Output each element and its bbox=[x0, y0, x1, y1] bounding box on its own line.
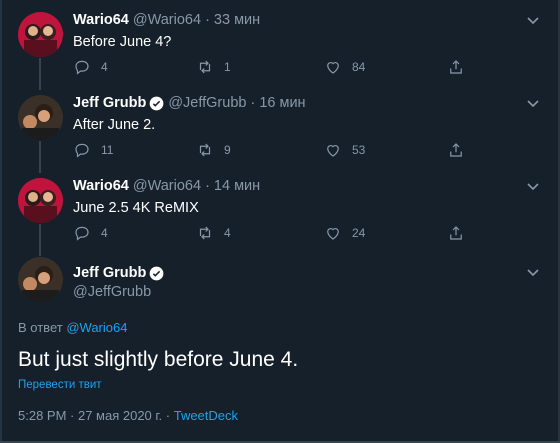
source-link[interactable]: TweetDeck bbox=[174, 408, 238, 423]
reply-count: 4 bbox=[101, 60, 108, 74]
verified-badge-icon bbox=[149, 266, 164, 280]
avatar-wario64[interactable] bbox=[18, 178, 63, 223]
like-icon bbox=[327, 228, 339, 240]
caret-down-icon[interactable] bbox=[523, 176, 543, 196]
retweet-button[interactable]: 4 bbox=[196, 224, 231, 242]
main-tweet-text: But just slightly before June 4. bbox=[18, 348, 299, 371]
reply-to-link[interactable]: @Wario64 bbox=[66, 320, 127, 335]
reply-count: 11 bbox=[101, 143, 114, 157]
retweet-count: 1 bbox=[224, 60, 231, 74]
reply-button[interactable]: 4 bbox=[73, 58, 108, 76]
like-button[interactable]: 84 bbox=[324, 58, 365, 76]
reply-icon bbox=[75, 226, 89, 241]
avatar-jeffgrubb[interactable] bbox=[18, 95, 63, 140]
retweet-icon bbox=[199, 60, 211, 74]
tweet-timestamp: 5:28 PM · 27 мая 2020 г. · TweetDeck bbox=[18, 408, 238, 423]
share-icon bbox=[450, 143, 462, 157]
tweet-actions: 4 4 24 bbox=[73, 224, 473, 244]
like-icon bbox=[327, 145, 339, 157]
share-icon bbox=[450, 226, 462, 240]
author-name[interactable]: Wario64 bbox=[73, 12, 129, 28]
main-author-row: Jeff Grubb bbox=[73, 265, 164, 281]
author-meta: @JeffGrubb · 16 мин bbox=[168, 95, 306, 111]
share-button[interactable] bbox=[447, 224, 465, 242]
reply-button[interactable]: 4 bbox=[73, 224, 108, 242]
retweet-icon bbox=[199, 143, 211, 157]
retweet-button[interactable]: 9 bbox=[196, 141, 231, 159]
retweet-button[interactable]: 1 bbox=[196, 58, 231, 76]
reply-icon bbox=[75, 60, 89, 75]
like-count: 53 bbox=[352, 143, 366, 157]
caret-down-icon[interactable] bbox=[523, 10, 543, 30]
retweet-count: 9 bbox=[224, 143, 231, 157]
reply-context: В ответ @Wario64 bbox=[18, 320, 127, 335]
author-handle[interactable]: @JeffGrubb bbox=[73, 284, 151, 300]
reply-button[interactable]: 11 bbox=[73, 141, 113, 159]
share-icon bbox=[450, 60, 462, 74]
author-name[interactable]: Wario64 bbox=[73, 178, 129, 194]
retweet-count: 4 bbox=[224, 226, 231, 240]
verified-badge-icon bbox=[149, 96, 164, 110]
avatar-wario64[interactable] bbox=[18, 12, 63, 57]
timestamp-text[interactable]: 5:28 PM · 27 мая 2020 г. · bbox=[18, 408, 174, 423]
reply-count: 4 bbox=[101, 226, 108, 240]
like-count: 24 bbox=[352, 226, 366, 240]
share-button[interactable] bbox=[447, 58, 465, 76]
like-button[interactable]: 53 bbox=[324, 141, 365, 159]
tweet[interactable]: Jeff Grubb @JeffGrubb · 16 мин After Jun… bbox=[0, 83, 560, 173]
tweet-actions: 4 1 84 bbox=[73, 58, 473, 78]
tweet-header: Wario64 @Wario64 · 33 мин bbox=[73, 12, 260, 28]
like-icon bbox=[327, 62, 339, 74]
reply-icon bbox=[75, 143, 89, 158]
like-button[interactable]: 24 bbox=[324, 224, 365, 242]
reply-prefix: В ответ bbox=[18, 320, 63, 335]
author-meta: @Wario64 · 33 мин bbox=[132, 12, 261, 28]
tweet-text: After June 2. bbox=[73, 117, 156, 133]
retweet-icon bbox=[199, 226, 211, 240]
caret-down-icon[interactable] bbox=[523, 262, 543, 282]
caret-down-icon[interactable] bbox=[523, 93, 543, 113]
author-name[interactable]: Jeff Grubb bbox=[73, 95, 146, 111]
tweet-header: Jeff Grubb @JeffGrubb · 16 мин bbox=[73, 95, 306, 111]
translate-link[interactable]: Перевести твит bbox=[18, 379, 102, 391]
author-name[interactable]: Jeff Grubb bbox=[73, 265, 146, 281]
avatar-jeffgrubb[interactable] bbox=[18, 257, 63, 302]
tweet-text: June 2.5 4K ReMIX bbox=[73, 200, 199, 216]
tweet[interactable]: Wario64 @Wario64 · 14 мин June 2.5 4K Re… bbox=[0, 166, 560, 256]
like-count: 84 bbox=[352, 60, 366, 74]
tweet-actions: 11 9 53 bbox=[73, 141, 473, 161]
tweet[interactable]: Wario64 @Wario64 · 33 мин Before June 4?… bbox=[0, 0, 560, 90]
author-meta: @Wario64 · 14 мин bbox=[132, 178, 261, 194]
share-button[interactable] bbox=[447, 141, 465, 159]
tweet-header: Wario64 @Wario64 · 14 мин bbox=[73, 178, 260, 194]
tweet-text: Before June 4? bbox=[73, 34, 172, 50]
